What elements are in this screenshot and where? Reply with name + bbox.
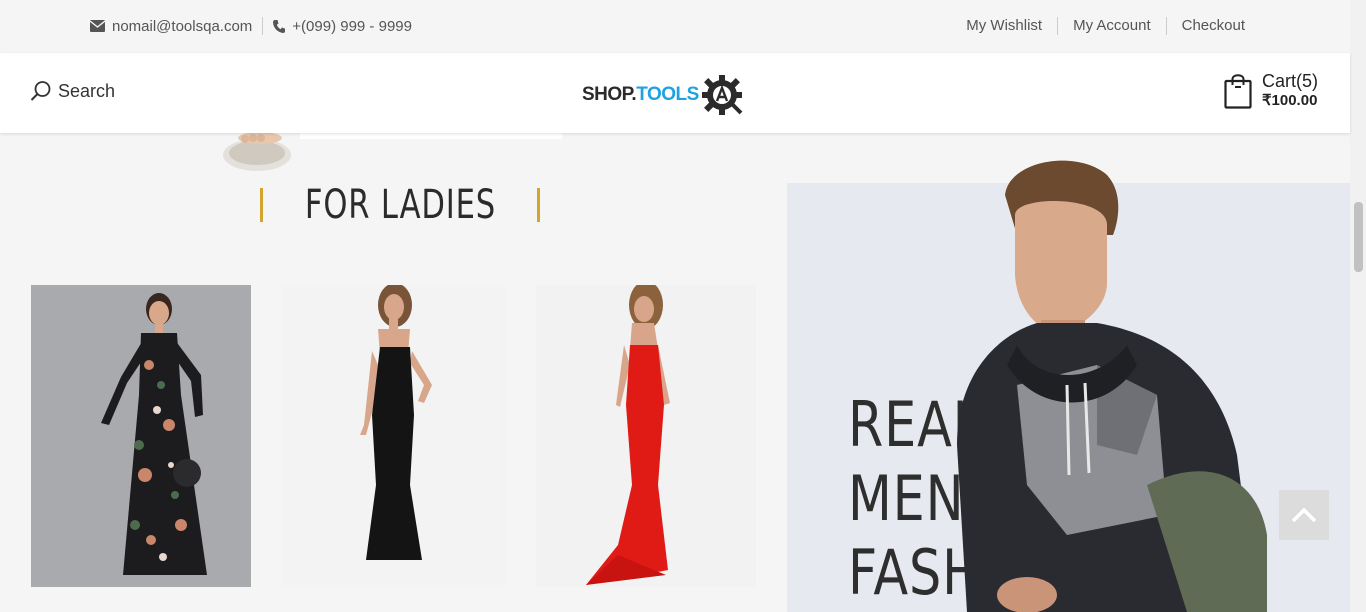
title-bar-left bbox=[260, 188, 263, 222]
site-logo[interactable]: SHOP. TOOLS bbox=[582, 73, 745, 117]
floral-dress-image bbox=[31, 285, 251, 587]
email-text: nomail@toolsqa.com bbox=[112, 17, 253, 35]
chevron-up-icon bbox=[1291, 507, 1317, 523]
black-gown-image bbox=[282, 285, 505, 587]
cart-summary[interactable]: Cart(5) ₹100.00 bbox=[1224, 71, 1318, 111]
ladies-heading: FOR LADIES bbox=[304, 182, 497, 228]
search-toggle[interactable]: Search bbox=[30, 80, 115, 102]
logo-text-shop: SHOP. bbox=[582, 84, 637, 105]
account-link[interactable]: My Account bbox=[1057, 17, 1166, 35]
contact-info: nomail@toolsqa.com +(099) 999 - 9999 bbox=[90, 17, 412, 35]
phone-contact[interactable]: +(099) 999 - 9999 bbox=[273, 18, 412, 35]
product-card[interactable] bbox=[282, 285, 505, 587]
search-icon bbox=[30, 81, 51, 101]
cart-count: Cart(5) bbox=[1261, 71, 1318, 91]
email-contact[interactable]: nomail@toolsqa.com bbox=[90, 18, 252, 35]
search-label: Search bbox=[58, 80, 116, 101]
cart-total: ₹100.00 bbox=[1261, 92, 1318, 109]
account-links: My Wishlist My Account Checkout bbox=[951, 17, 1260, 35]
product-card[interactable] bbox=[536, 285, 756, 587]
section-title: FOR LADIES bbox=[260, 182, 540, 228]
shopping-bag-icon bbox=[1224, 74, 1252, 109]
envelope-icon bbox=[90, 20, 105, 32]
wishlist-link[interactable]: My Wishlist bbox=[951, 17, 1057, 35]
product-card[interactable] bbox=[31, 285, 251, 587]
hero-edge bbox=[300, 133, 562, 139]
page-scrollbar[interactable] bbox=[1350, 0, 1366, 612]
back-to-top-button[interactable] bbox=[1279, 490, 1329, 540]
main-header: Search SHOP. TOOLS Cart(5) ₹100.00 bbox=[0, 53, 1350, 133]
phone-icon bbox=[273, 19, 286, 33]
gear-logo-icon bbox=[701, 75, 743, 115]
sandal-image bbox=[223, 133, 291, 171]
title-bar-right bbox=[536, 188, 540, 222]
male-model-image bbox=[957, 160, 1267, 612]
checkout-link[interactable]: Checkout bbox=[1165, 17, 1260, 35]
phone-text: +(099) 999 - 9999 bbox=[292, 17, 412, 35]
top-bar: nomail@toolsqa.com +(099) 999 - 9999 My … bbox=[0, 0, 1350, 53]
divider bbox=[262, 17, 264, 35]
red-gown-image bbox=[536, 285, 756, 587]
scrollbar-thumb[interactable] bbox=[1354, 202, 1363, 272]
logo-text-tools: TOOLS bbox=[636, 84, 699, 105]
